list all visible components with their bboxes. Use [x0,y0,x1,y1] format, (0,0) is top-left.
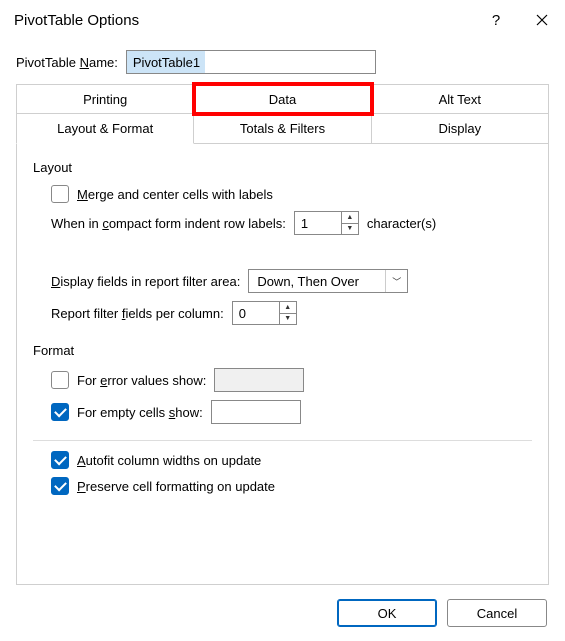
report-filter-spin-down[interactable]: ▼ [280,313,296,324]
report-filter-label: Report filter fields per column: [51,306,224,321]
error-values-checkbox[interactable] [51,371,69,389]
display-fields-select[interactable]: Down, Then Over ﹀ [248,269,408,293]
close-icon [536,14,548,26]
empty-cells-checkbox[interactable] [51,403,69,421]
close-button[interactable] [519,0,565,40]
autofit-checkbox[interactable] [51,451,69,469]
merge-cells-row: Merge and center cells with labels [51,185,532,203]
empty-cells-row: For empty cells show: [51,400,532,424]
tab-totals-filters[interactable]: Totals & Filters [194,113,371,144]
autofit-label: Autofit column widths on update [77,453,261,468]
name-row: PivotTable Name: [0,40,565,82]
layout-section-label: Layout [33,160,532,175]
indent-spinner[interactable]: ▲ ▼ [294,211,359,235]
error-values-label: For error values show: [77,373,206,388]
report-filter-spinner[interactable]: ▲ ▼ [232,301,297,325]
cancel-button[interactable]: Cancel [447,599,547,627]
indent-label: When in compact form indent row labels: [51,216,286,231]
error-values-row: For error values show: [51,368,532,392]
ok-button[interactable]: OK [337,599,437,627]
tabs: Printing Data Alt Text Layout & Format T… [0,82,565,144]
divider [33,440,532,441]
empty-cells-label: For empty cells show: [77,405,203,420]
preserve-checkbox[interactable] [51,477,69,495]
preserve-label: Preserve cell formatting on update [77,479,275,494]
pivottable-name-input[interactable] [126,50,376,74]
autofit-row: Autofit column widths on update [51,451,532,469]
tab-printing[interactable]: Printing [16,84,194,114]
report-filter-spin-up[interactable]: ▲ [280,302,296,313]
name-label: PivotTable Name: [16,55,118,70]
display-fields-label: Display fields in report filter area: [51,274,240,289]
display-fields-value: Down, Then Over [257,274,385,289]
indent-spin-up[interactable]: ▲ [342,212,358,223]
preserve-row: Preserve cell formatting on update [51,477,532,495]
chevron-down-icon: ﹀ [385,270,407,292]
tab-alttext[interactable]: Alt Text [372,84,549,114]
tab-display[interactable]: Display [372,113,549,144]
report-filter-row: Report filter fields per column: ▲ ▼ [51,301,532,325]
report-filter-spin-buttons: ▲ ▼ [279,302,296,324]
button-bar: OK Cancel [0,585,565,641]
tab-data[interactable]: Data [194,84,371,114]
error-values-input [214,368,304,392]
pivottable-options-dialog: PivotTable Options ? PivotTable Name: Pr… [0,0,565,641]
empty-cells-input[interactable] [211,400,301,424]
layout-format-panel: Layout Merge and center cells with label… [16,144,549,585]
help-button[interactable]: ? [473,0,519,40]
merge-cells-checkbox[interactable] [51,185,69,203]
indent-row-labels-row: When in compact form indent row labels: … [51,211,532,235]
dialog-title: PivotTable Options [14,12,473,29]
indent-input[interactable] [295,212,341,234]
tab-row-bottom: Layout & Format Totals & Filters Display [16,113,549,144]
indent-suffix: character(s) [367,216,436,231]
indent-spin-down[interactable]: ▼ [342,223,358,234]
indent-spin-buttons: ▲ ▼ [341,212,358,234]
format-section-label: Format [33,343,532,358]
titlebar: PivotTable Options ? [0,0,565,40]
report-filter-input[interactable] [233,302,279,324]
merge-cells-label: Merge and center cells with labels [77,187,273,202]
tab-layout-format[interactable]: Layout & Format [16,113,194,144]
display-fields-row: Display fields in report filter area: Do… [51,269,532,293]
tab-row-top: Printing Data Alt Text [16,84,549,114]
